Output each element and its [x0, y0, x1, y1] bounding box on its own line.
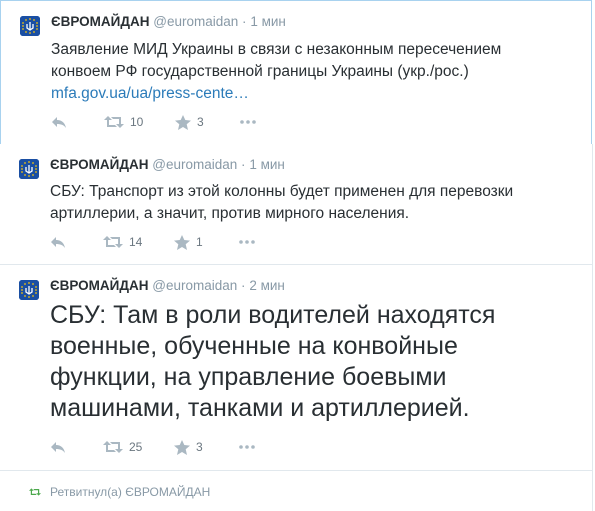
favorite-star-icon: [175, 114, 191, 130]
favorite-button[interactable]: 3: [174, 438, 203, 456]
tweet-text-line: СБУ: Там в роли водителей находятся: [50, 301, 496, 329]
more-button[interactable]: [239, 438, 255, 456]
favorite-button[interactable]: 3: [175, 113, 204, 131]
retweet-icon: [29, 488, 41, 496]
favorite-star-icon: [174, 234, 190, 250]
avatar[interactable]: [19, 280, 39, 300]
tweet[interactable]: Ретвитнул(а) ЄВРОМАЙДАН: [0, 471, 593, 511]
retweet-icon: [104, 116, 124, 128]
reply-icon: [51, 237, 65, 248]
favorite-count: 3: [196, 440, 203, 454]
tweet-text-line: СБУ: Транспорт из этой колонны будет при…: [50, 183, 514, 200]
reply-button[interactable]: [50, 438, 66, 456]
avatar[interactable]: [19, 159, 39, 179]
tweet-fullname[interactable]: ЄВРОМАЙДАН: [50, 157, 149, 172]
tweet-text-line: машинами, танками и артиллерией.: [50, 394, 470, 422]
tweet-timestamp[interactable]: 2 мин: [249, 278, 285, 293]
timeline: ЄВРОМАЙДАН @euromaidan · 1 мин Заявление…: [0, 0, 595, 511]
tweet-timestamp[interactable]: 1 мин: [250, 14, 286, 29]
tweet-header: ЄВРОМАЙДАН @euromaidan · 1 мин: [51, 14, 286, 29]
retweet-count: 10: [130, 115, 144, 129]
retweet-count: 14: [129, 235, 143, 249]
tweet-fullname[interactable]: ЄВРОМАЙДАН: [50, 278, 149, 293]
tweet-text-line: военные, обученные на конвойные: [50, 332, 458, 360]
tweet-username[interactable]: @euromaidan: [152, 278, 237, 293]
tweet-fullname[interactable]: ЄВРОМАЙДАН: [51, 14, 150, 29]
retweet-context[interactable]: Ретвитнул(а) ЄВРОМАЙДАН: [50, 485, 210, 499]
reply-button[interactable]: [50, 233, 66, 251]
tweet-header: ЄВРОМАЙДАН @euromaidan · 1 мин: [50, 157, 285, 172]
retweet-count: 25: [129, 440, 143, 454]
reply-icon: [51, 442, 65, 453]
reply-icon: [52, 117, 66, 128]
retweet-icon: [103, 236, 123, 248]
more-button[interactable]: [240, 113, 256, 131]
retweet-icon: [103, 441, 123, 453]
reply-button[interactable]: [51, 113, 67, 131]
retweet-button[interactable]: 25: [103, 438, 142, 456]
tweet-username[interactable]: @euromaidan: [153, 14, 238, 29]
tweet-text-line: Заявление МИД Украины в связи с незаконн…: [51, 41, 502, 58]
more-dots-icon: [239, 240, 255, 244]
tweet-text: Заявление МИД Украины в связи с незаконн…: [51, 39, 571, 105]
tweet-header: ЄВРОМАЙДАН @euromaidan · 2 мин: [50, 278, 285, 293]
retweet-button[interactable]: 14: [103, 233, 142, 251]
tweet-text-line: функции, на управление боевыми: [50, 363, 447, 391]
favorite-count: 1: [196, 235, 203, 249]
tweet-timestamp[interactable]: 1 мин: [249, 157, 285, 172]
avatar[interactable]: [20, 16, 40, 36]
tweet-username[interactable]: @euromaidan: [152, 157, 237, 172]
more-button[interactable]: [239, 233, 255, 251]
tweet-text: СБУ: Транспорт из этой колонны будет при…: [50, 181, 570, 225]
favorite-button[interactable]: 1: [174, 233, 203, 251]
retweet-button[interactable]: 10: [104, 113, 143, 131]
tweet[interactable]: ЄВРОМАЙДАН @euromaidan · 1 мин СБУ: Тран…: [0, 144, 593, 265]
favorite-count: 3: [197, 115, 204, 129]
tweet[interactable]: ЄВРОМАЙДАН @euromaidan · 1 мин Заявление…: [0, 0, 592, 145]
tweet-link[interactable]: mfa.gov.ua/ua/press-cente…: [51, 83, 571, 105]
tweet-text: СБУ: Там в роли водителей находятся воен…: [50, 300, 570, 424]
more-dots-icon: [239, 445, 255, 449]
more-dots-icon: [240, 120, 256, 124]
tweet-text-line: артиллерии, а значит, против мирного нас…: [50, 205, 410, 222]
favorite-star-icon: [174, 439, 190, 455]
tweet-text-line: конвоем РФ государственной границы Украи…: [51, 63, 469, 80]
tweet[interactable]: ЄВРОМАЙДАН @euromaidan · 2 мин СБУ: Там …: [0, 265, 593, 471]
tweet-separator: ·: [241, 278, 246, 293]
tweet-separator: ·: [241, 157, 246, 172]
tweet-separator: ·: [242, 14, 247, 29]
